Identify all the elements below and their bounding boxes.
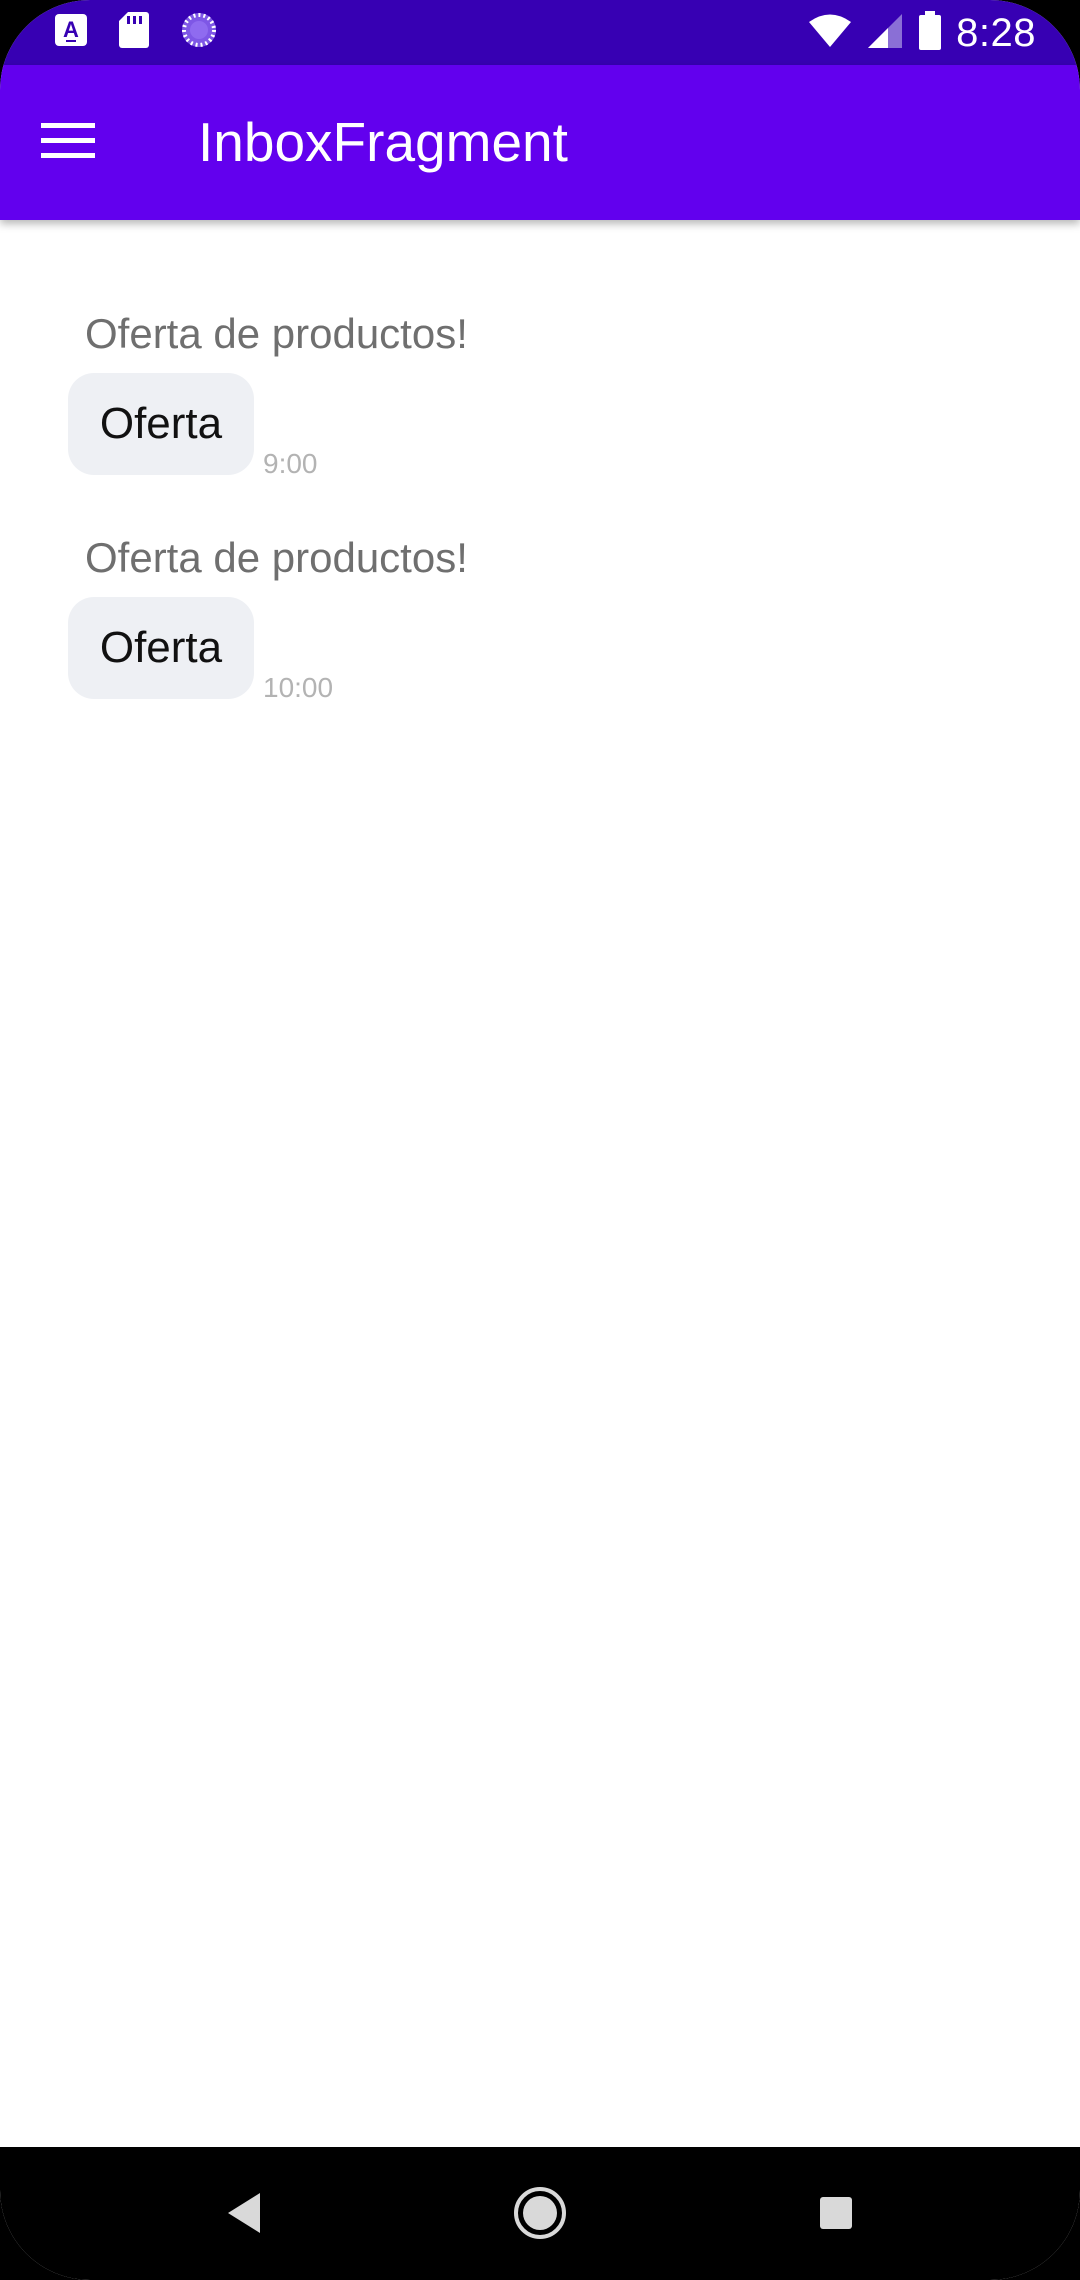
wifi-icon <box>808 13 852 54</box>
loading-spinner-icon <box>180 11 218 54</box>
home-button[interactable] <box>500 2175 580 2255</box>
status-bar: A 8:28 <box>0 0 1080 65</box>
back-icon <box>224 2191 264 2240</box>
message-title: Oferta de productos! <box>85 310 468 357</box>
status-system-icons: 8:28 <box>808 8 1036 58</box>
app-bar-title: InboxFragment <box>198 111 568 173</box>
message-time: 10:00 <box>263 672 334 703</box>
recents-button[interactable] <box>796 2175 876 2255</box>
hamburger-menu-icon <box>41 121 95 166</box>
message-bubble[interactable]: Oferta <box>68 373 254 475</box>
recents-icon <box>816 2193 856 2238</box>
message-bubble[interactable]: Oferta <box>68 597 254 699</box>
inbox-message-list: Oferta de productos! Oferta 9:00 Oferta … <box>0 220 1080 2147</box>
text-a-notification-icon: A <box>54 13 88 52</box>
hamburger-menu-button[interactable] <box>30 105 106 181</box>
sd-card-icon <box>118 11 150 54</box>
cell-signal-icon <box>866 12 904 55</box>
status-time: 8:28 <box>956 10 1036 55</box>
navigation-bar <box>0 2147 1080 2280</box>
status-notification-icons: A <box>54 11 218 54</box>
home-icon <box>512 2185 568 2246</box>
message-time: 9:00 <box>263 448 318 479</box>
message-title: Oferta de productos! <box>85 534 468 581</box>
battery-icon <box>918 10 942 56</box>
svg-text:A: A <box>63 17 79 42</box>
phone-screen: A 8:28 InboxFragment Oferta de productos… <box>0 0 1080 2280</box>
app-bar: InboxFragment <box>0 65 1080 220</box>
back-button[interactable] <box>204 2175 284 2255</box>
